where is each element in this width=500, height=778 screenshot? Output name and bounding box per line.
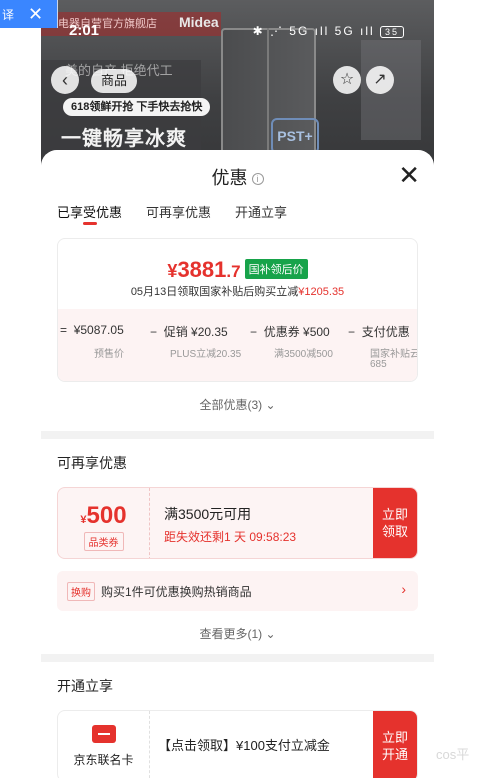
formula-item-payment: − 支付优惠 [348,323,410,340]
tab-open[interactable]: 开通立享 [235,202,287,221]
price-tag: 国补领后价 [244,259,308,279]
open-section: 开通立享 京东联名卡 【点击领取】¥100支付立减金 立即 开通 [41,662,434,778]
price-formula: = ¥5087.05 预售价 − 促销 ¥20.35 PLUS立减20.35 −… [58,309,418,381]
formula-value: 优惠券 ¥500 [263,325,330,339]
info-icon[interactable]: i [251,173,264,185]
swap-offer[interactable]: 换购 购买1件可优惠换购热销商品 › [57,571,418,611]
status-icons: ✱ ⋰ 5G ıll 5G ıll 35 [253,24,404,38]
price-symbol: ¥ [167,261,178,281]
phone-screen: 东电器自营官方旗舰店 Midea 美的自产 拒绝代工 PST+ 618领鲜开抢 … [41,0,434,778]
translate-chip-label: 译 [2,7,15,22]
promo-badge: 618领鲜开抢 下手快去抢快 [63,98,211,116]
tab-enjoyed[interactable]: 已享受优惠 [57,202,122,225]
view-more-link[interactable]: 查看更多(1) ⌄ [57,611,418,642]
formula-value: 促销 ¥20.35 [163,325,228,339]
card-offer-text: 【点击领取】¥100支付立减金 [158,738,330,753]
coupon-type: 品类券 [83,532,124,551]
claim-coupon-button[interactable]: 立即 领取 [373,488,417,558]
promo-tabs: 已享受优惠 可再享优惠 开通立享 [57,202,311,225]
enjoyed-section: ¥3881.7 国补领后价 05月13日领取国家补贴后购买立减¥1205.35 =… [41,238,434,431]
product-nav: ‹ 商品 ☆ ↗ [41,66,434,96]
formula-label-presale: 预售价 [94,349,124,360]
back-icon[interactable]: ‹ [51,66,79,94]
translate-chip[interactable]: 译 ✕ [0,0,57,28]
price-decimal: .7 [226,262,241,281]
watermark: cos平 [436,747,470,762]
formula-value: 支付优惠 [361,325,410,339]
close-icon[interactable]: ✕ [398,162,420,188]
formula-item-presale: = ¥5087.05 [60,323,124,337]
all-promos-label: 全部优惠(3) [199,398,263,412]
close-icon[interactable]: ✕ [28,5,43,23]
price-subtitle-text: 05月13日领取国家补贴后购买立减 [130,286,299,298]
card-brand: 京东联名卡 [58,711,150,778]
claim-button-line1: 立即 [381,507,408,522]
formula-label-promo: PLUS立减20.35 [170,349,242,360]
credit-card-offer: 京东联名卡 【点击领取】¥100支付立减金 立即 开通 [57,710,418,778]
view-more-label: 查看更多(1) [199,627,263,641]
formula-item-coupon: − 优惠券 ¥500 [250,323,330,340]
chevron-right-icon: › [401,581,406,597]
formula-op: = [60,323,68,337]
open-button-line2: 开通 [381,747,408,762]
chevron-down-icon: ⌄ [265,627,276,641]
coupon-card: ¥500 品类券 满3500元可用 距失效还剩1 天 09:58:23 立即 领… [57,487,418,559]
swap-text: 购买1件可优惠换购热销商品 [101,585,252,599]
coupon-value: ¥500 品类券 [58,488,150,558]
claim-button-line2: 领取 [381,524,408,539]
tab-product[interactable]: 商品 [91,69,138,93]
all-promos-link[interactable]: 全部优惠(3) ⌄ [57,382,418,413]
formula-item-promo: − 促销 ¥20.35 [150,323,228,340]
status-bar: 2:01 ✱ ⋰ 5G ıll 5G ıll 35 [41,22,434,44]
pst-logo: PST+ [271,118,319,154]
credit-card-icon [91,725,116,743]
formula-op: − [150,325,158,339]
share-icon[interactable]: ↗ [366,66,394,94]
formula-label-coupon: 满3500减500 [274,349,333,360]
status-time: 2:01 [69,22,100,39]
coupon-amount: 500 [86,502,127,529]
star-icon[interactable]: ☆ [333,66,361,94]
open-card-button[interactable]: 立即 开通 [373,711,417,778]
formula-label-payment: 国家补贴云 [370,349,418,360]
hero-headline: 一键畅享冰爽 [61,128,187,150]
price-subtitle: 05月13日领取国家补贴后购买立减¥1205.35 [58,283,417,299]
swap-tag: 换购 [67,582,95,601]
formula-value: ¥5087.05 [73,323,124,337]
formula-op: − [348,325,356,339]
sheet-title: 优惠 i [41,164,434,190]
chip-divider [57,0,58,28]
signal-icon: ✱ ⋰ 5G ıll 5G ıll [252,24,375,38]
reenjoy-title: 可再享优惠 [57,455,127,471]
sheet-title-text: 优惠 [211,168,248,188]
price-subtitle-amount: ¥1205.35 [298,286,345,298]
chevron-down-icon: ⌄ [265,398,276,412]
open-title: 开通立享 [57,678,113,694]
price-card: ¥3881.7 国补领后价 05月13日领取国家补贴后购买立减¥1205.35 =… [57,238,418,382]
card-name: 京东联名卡 [73,753,134,767]
coupon-expiry: 距失效还剩1 天 09:58:23 [164,530,297,544]
coupon-amount-row: ¥500 [58,502,149,530]
coupon-details: 满3500元可用 距失效还剩1 天 09:58:23 [164,504,296,545]
open-button-line1: 立即 [381,730,408,745]
sheet-header: 优惠 i ✕ 已享受优惠 可再享优惠 开通立享 [41,150,434,238]
final-price: ¥3881.7 国补领后价 [58,257,417,283]
formula-op: − [250,325,258,339]
price-amount: 3881 [177,257,227,282]
reenjoy-section: 可再享优惠 ¥500 品类券 满3500元可用 距失效还剩1 天 09:58:2… [41,439,434,654]
promotions-sheet: 优惠 i ✕ 已享受优惠 可再享优惠 开通立享 ¥3881.7 国补领后价 05月1… [41,150,434,778]
coupon-condition: 满3500元可用 [164,506,252,522]
battery-icon: 35 [380,25,404,38]
formula-label-payment-2: 685 [370,359,387,370]
tab-reenjoy[interactable]: 可再享优惠 [146,202,211,221]
